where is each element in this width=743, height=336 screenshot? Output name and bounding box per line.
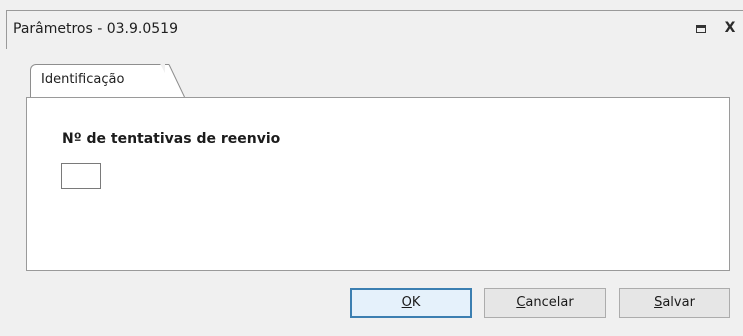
dialog-window: Parâmetros - 03.9.0519 X Identificação N… (0, 0, 743, 336)
retry-count-label: Nº de tentativas de reenvio (62, 131, 281, 147)
tab-panel (26, 97, 730, 271)
ok-mnemonic: O (401, 295, 412, 310)
tab-label: Identificação (41, 72, 125, 87)
maximize-icon[interactable] (696, 25, 706, 33)
cancel-button[interactable]: Cancelar (484, 288, 606, 318)
ok-button[interactable]: OK (350, 288, 472, 318)
ok-label-rest: K (411, 295, 421, 310)
close-icon[interactable]: X (722, 20, 738, 36)
save-label-rest: alvar (662, 295, 695, 310)
cancel-label-rest: ancelar (525, 295, 574, 310)
retry-count-input[interactable] (61, 163, 101, 189)
window-title: Parâmetros - 03.9.0519 (13, 21, 178, 37)
save-button[interactable]: Salvar (619, 288, 730, 318)
tab-slant-edge (165, 64, 185, 98)
